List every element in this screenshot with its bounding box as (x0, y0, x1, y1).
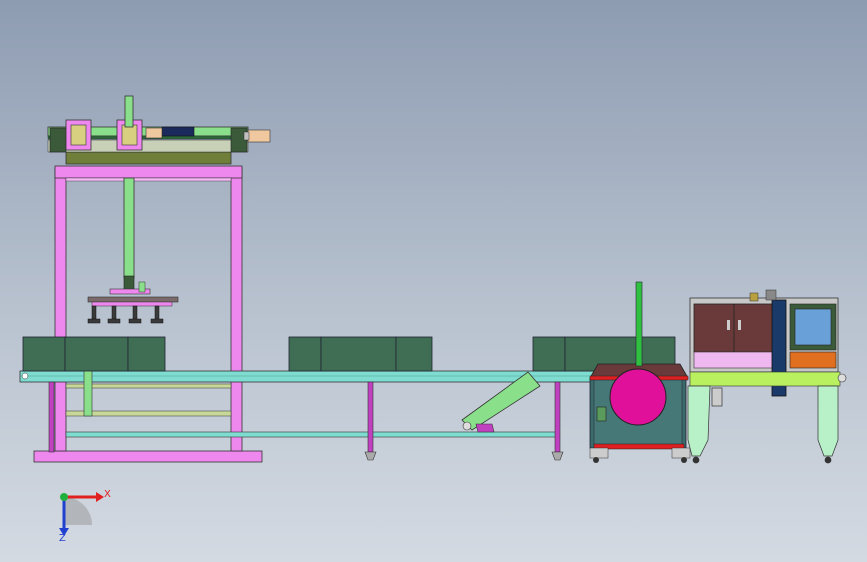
gantry-frame (33, 165, 263, 463)
control-cabinet (689, 289, 847, 397)
cad-viewport[interactable]: X Z (0, 0, 867, 562)
z-axis-label: Z (59, 533, 66, 544)
x-axis-label: X (104, 489, 111, 500)
rotary-unit (589, 281, 691, 463)
lift-column (123, 95, 135, 291)
machine-drawing: X Z (19, 95, 847, 544)
cartons (22, 336, 676, 372)
axis-triad: X Z (59, 489, 111, 544)
gantry-carriage-left (65, 119, 92, 151)
cabinet-legs (687, 385, 839, 464)
